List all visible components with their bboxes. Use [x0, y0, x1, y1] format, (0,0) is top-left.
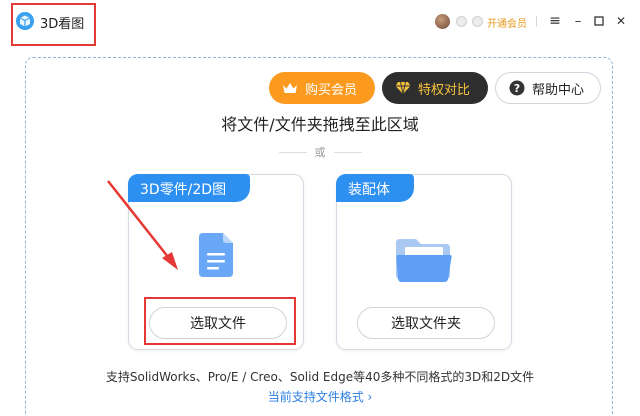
assembly-card[interactable]: 装配体 选取文件夹 — [336, 174, 512, 350]
maximize-icon — [594, 16, 604, 26]
or-text: 或 — [314, 146, 326, 159]
help-icon: ? — [508, 79, 526, 97]
crown-icon — [281, 79, 299, 97]
diamond-icon — [394, 79, 412, 97]
privilege-compare-button[interactable]: 特权对比 — [382, 72, 488, 104]
close-button[interactable]: ✕ — [613, 13, 629, 29]
user-avatar[interactable] — [435, 14, 450, 29]
maximize-button[interactable] — [591, 13, 607, 29]
or-line-left — [278, 151, 307, 153]
open-vip-link[interactable]: 开通会员 — [487, 15, 527, 30]
title-bar: 3D看图 开通会员 ≡ – ✕ — [0, 0, 640, 44]
minimize-icon: – — [574, 13, 582, 29]
svg-text:?: ? — [514, 82, 520, 95]
help-center-button[interactable]: ? 帮助中心 — [495, 72, 601, 104]
folder-icon — [396, 239, 452, 282]
assembly-tab: 装配体 — [336, 174, 414, 202]
menu-button[interactable]: ≡ — [547, 13, 563, 29]
minimize-button[interactable]: – — [570, 13, 586, 29]
buy-vip-label: 购买会员 — [305, 82, 358, 98]
or-divider: 或 — [270, 145, 370, 159]
supported-formats-link[interactable]: 当前支持文件格式 › — [0, 388, 640, 405]
vip-badge-icon — [456, 16, 467, 27]
supported-formats-text: 支持SolidWorks、Pro/E / Creo、Solid Edge等40多… — [105, 370, 535, 384]
part-drawing-tab: 3D零件/2D图纸 — [128, 174, 250, 218]
menu-icon: ≡ — [549, 13, 561, 29]
titlebar-divider — [536, 16, 537, 27]
or-line-right — [333, 151, 362, 153]
close-icon: ✕ — [615, 14, 627, 28]
select-file-annotation-box — [144, 297, 296, 345]
help-center-label: 帮助中心 — [532, 82, 585, 98]
buy-vip-button[interactable]: 购买会员 — [269, 72, 375, 104]
privilege-compare-label: 特权对比 — [418, 82, 471, 98]
title-annotation-box — [11, 3, 96, 46]
select-folder-button[interactable]: 选取文件夹 — [357, 307, 495, 339]
svip-badge-icon — [472, 16, 483, 27]
drag-instruction: 将文件/文件夹拖拽至此区域 — [221, 115, 419, 134]
document-icon — [199, 233, 233, 277]
